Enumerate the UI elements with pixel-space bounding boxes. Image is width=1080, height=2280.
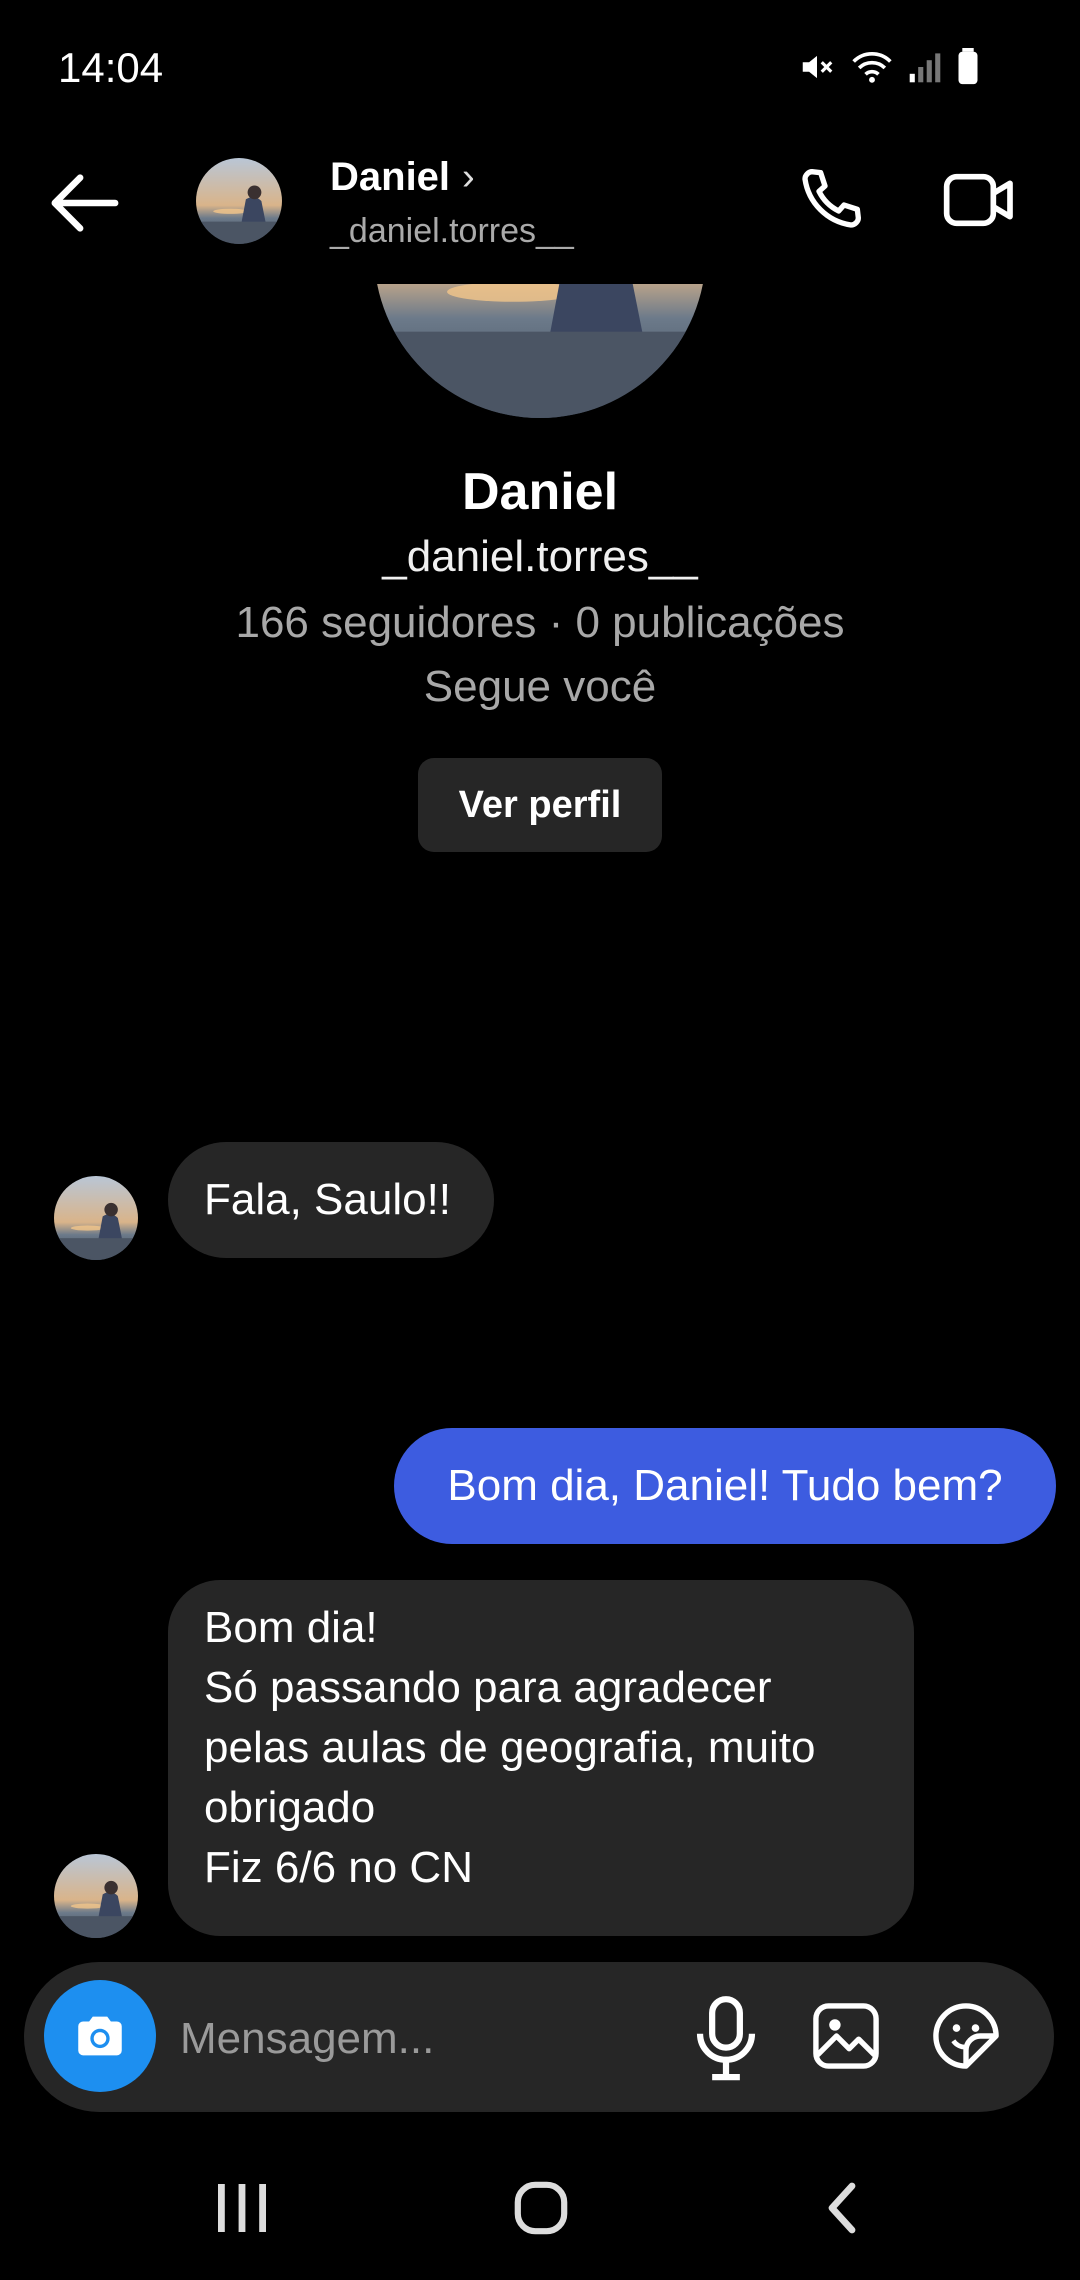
message-bubble-incoming[interactable]: Bom dia! Só passando para agradecer pela…: [168, 1580, 914, 1936]
profile-name: Daniel: [461, 463, 619, 521]
battery-icon: [958, 48, 978, 85]
home-icon[interactable]: [512, 2178, 570, 2238]
message-line: obrigado: [204, 1783, 376, 1832]
profile-stats: 166 seguidores · 0 publicações: [235, 598, 845, 647]
mute-icon: [802, 55, 833, 79]
back-arrow-icon[interactable]: [44, 168, 124, 238]
wifi-icon: [852, 51, 892, 83]
view-profile-button[interactable]: Ver perfil: [418, 758, 662, 852]
message-bubble-outgoing[interactable]: Bom dia, Daniel! Tudo bem?: [394, 1428, 1056, 1544]
phone-icon[interactable]: [790, 160, 870, 240]
microphone-icon[interactable]: [690, 1994, 762, 2084]
message-input[interactable]: [180, 2004, 650, 2074]
camera-button[interactable]: [44, 1980, 156, 2092]
nav-back-icon[interactable]: [822, 2180, 862, 2236]
profile-handle: _daniel.torres__: [382, 532, 698, 581]
header-contact-handle[interactable]: _daniel.torres__: [330, 212, 574, 251]
recents-icon[interactable]: [212, 2180, 272, 2236]
message-avatar[interactable]: [54, 1854, 138, 1938]
header-contact-name[interactable]: Daniel: [330, 155, 450, 200]
message-line: Fiz 6/6 no CN: [204, 1843, 473, 1892]
status-time: 14:04: [58, 44, 164, 91]
camera-icon: [78, 2016, 122, 2056]
message-line: pelas aulas de geografia, muito: [204, 1723, 816, 1772]
profile-follow-status: Segue você: [423, 662, 657, 711]
message-bubble-incoming[interactable]: Fala, Saulo!!: [168, 1142, 494, 1258]
status-icons: [798, 48, 980, 86]
signal-icon: [909, 53, 941, 83]
video-camera-icon[interactable]: [940, 160, 1020, 240]
chevron-right-icon[interactable]: ›: [462, 156, 475, 199]
message-line: Só passando para agradecer: [204, 1663, 772, 1712]
message-line: Bom dia!: [204, 1603, 378, 1652]
gallery-icon[interactable]: [808, 1998, 884, 2074]
message-avatar[interactable]: [54, 1176, 138, 1260]
header-avatar[interactable]: [196, 158, 282, 244]
sticker-icon[interactable]: [928, 1998, 1004, 2074]
